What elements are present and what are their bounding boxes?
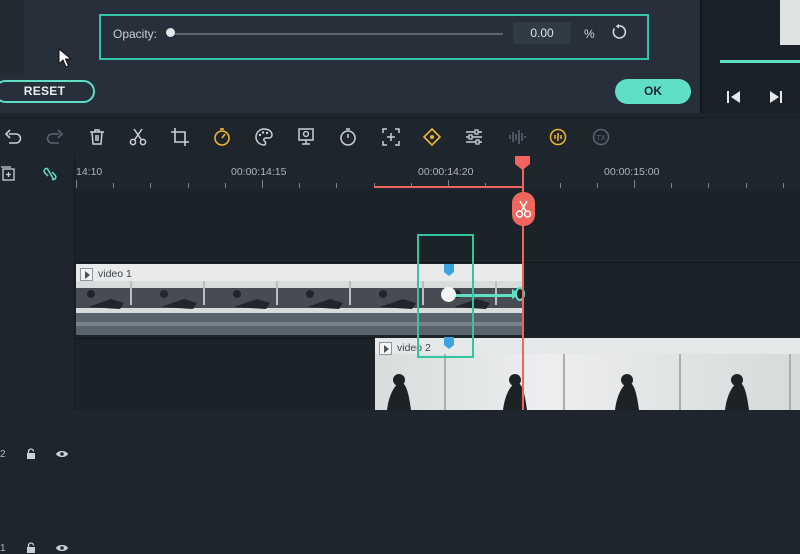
- reset-value-icon[interactable]: [611, 24, 627, 40]
- selection-highlight: [417, 234, 474, 358]
- speed-icon[interactable]: [212, 127, 232, 147]
- playhead-handle[interactable]: [515, 156, 530, 170]
- ruler-tick: [596, 183, 598, 188]
- preview-progress-bar[interactable]: [720, 60, 800, 63]
- delete-icon[interactable]: [87, 127, 107, 147]
- eye-icon[interactable]: [55, 543, 69, 553]
- track-header-column: 2 1: [0, 156, 75, 554]
- svg-text:TX: TX: [595, 134, 605, 142]
- clip-play-icon: [379, 341, 392, 355]
- eye-icon[interactable]: [55, 449, 69, 459]
- ruler-label: 00:00:14:15: [231, 166, 287, 178]
- ruler-label: 00:00:15:00: [604, 166, 660, 178]
- preview-panel: [700, 0, 800, 113]
- reset-button[interactable]: RESET: [0, 80, 95, 103]
- adjust-icon[interactable]: [464, 127, 484, 147]
- opacity-slider-thumb[interactable]: [166, 28, 175, 37]
- opacity-value-input[interactable]: 0.00: [513, 22, 571, 44]
- redo-icon[interactable]: [45, 127, 65, 147]
- speech-icon[interactable]: [548, 127, 568, 147]
- split-button[interactable]: [512, 192, 535, 226]
- ruler-tick: [262, 180, 263, 188]
- ruler-tick: [782, 183, 784, 188]
- clip-frames-figure: [387, 354, 791, 410]
- ruler-tick: [745, 183, 747, 188]
- ruler-label: 14:10: [76, 166, 103, 178]
- opacity-unit: %: [584, 27, 595, 41]
- properties-panel: Opacity: 0.00 % RESET OK: [0, 0, 700, 113]
- track-number-1: 1: [0, 543, 6, 554]
- ruler-tick: [224, 183, 226, 188]
- keyframe-icon[interactable]: [422, 127, 442, 147]
- edit-toolbar: TX: [0, 117, 800, 156]
- panel-left-strip: [0, 0, 24, 75]
- mouse-cursor-icon: [58, 48, 72, 68]
- clip-title-bar: video 1: [80, 267, 132, 281]
- green-screen-icon[interactable]: [296, 127, 316, 147]
- track-number-2: 2: [0, 449, 6, 460]
- cut-icon[interactable]: [128, 127, 148, 147]
- opacity-slider[interactable]: [169, 33, 503, 35]
- clip-title: video 1: [98, 268, 132, 280]
- ruler-tick: [671, 183, 673, 188]
- ruler-tick: [336, 183, 338, 188]
- opacity-label: Opacity:: [113, 27, 158, 41]
- link-icon[interactable]: [42, 165, 58, 183]
- undo-icon[interactable]: [3, 127, 23, 147]
- duration-icon[interactable]: [338, 127, 358, 147]
- lock-icon[interactable]: [26, 448, 36, 460]
- ruler-tick: [187, 183, 189, 188]
- play-icon[interactable]: [768, 90, 784, 104]
- audio-icon[interactable]: [507, 127, 527, 147]
- tts-icon[interactable]: TX: [591, 127, 611, 147]
- ruler-tick: [634, 180, 635, 188]
- add-track-icon[interactable]: [0, 166, 16, 182]
- playhead-range: [374, 186, 524, 188]
- ruler-tick: [559, 183, 561, 188]
- ruler-tick: [708, 183, 710, 188]
- ruler-label: 00:00:14:20: [418, 166, 474, 178]
- ruler-tick: [150, 183, 152, 188]
- stabilize-icon[interactable]: [381, 127, 401, 147]
- ok-button[interactable]: OK: [615, 79, 691, 104]
- color-icon[interactable]: [254, 127, 274, 147]
- ruler-tick: [76, 180, 77, 188]
- crop-icon[interactable]: [170, 127, 190, 147]
- ruler-tick: [299, 183, 301, 188]
- lock-icon[interactable]: [26, 542, 36, 554]
- ruler-tick: [113, 183, 115, 188]
- previous-frame-icon[interactable]: [726, 90, 742, 104]
- scissors-icon: [515, 200, 532, 218]
- preview-frame: [780, 0, 800, 45]
- clip-play-icon: [80, 267, 93, 281]
- opacity-control-highlight: Opacity: 0.00 %: [99, 14, 649, 60]
- timeline-ruler[interactable]: 14:10 00:00:14:15 00:00:14:20 00:00:15:0…: [76, 156, 800, 190]
